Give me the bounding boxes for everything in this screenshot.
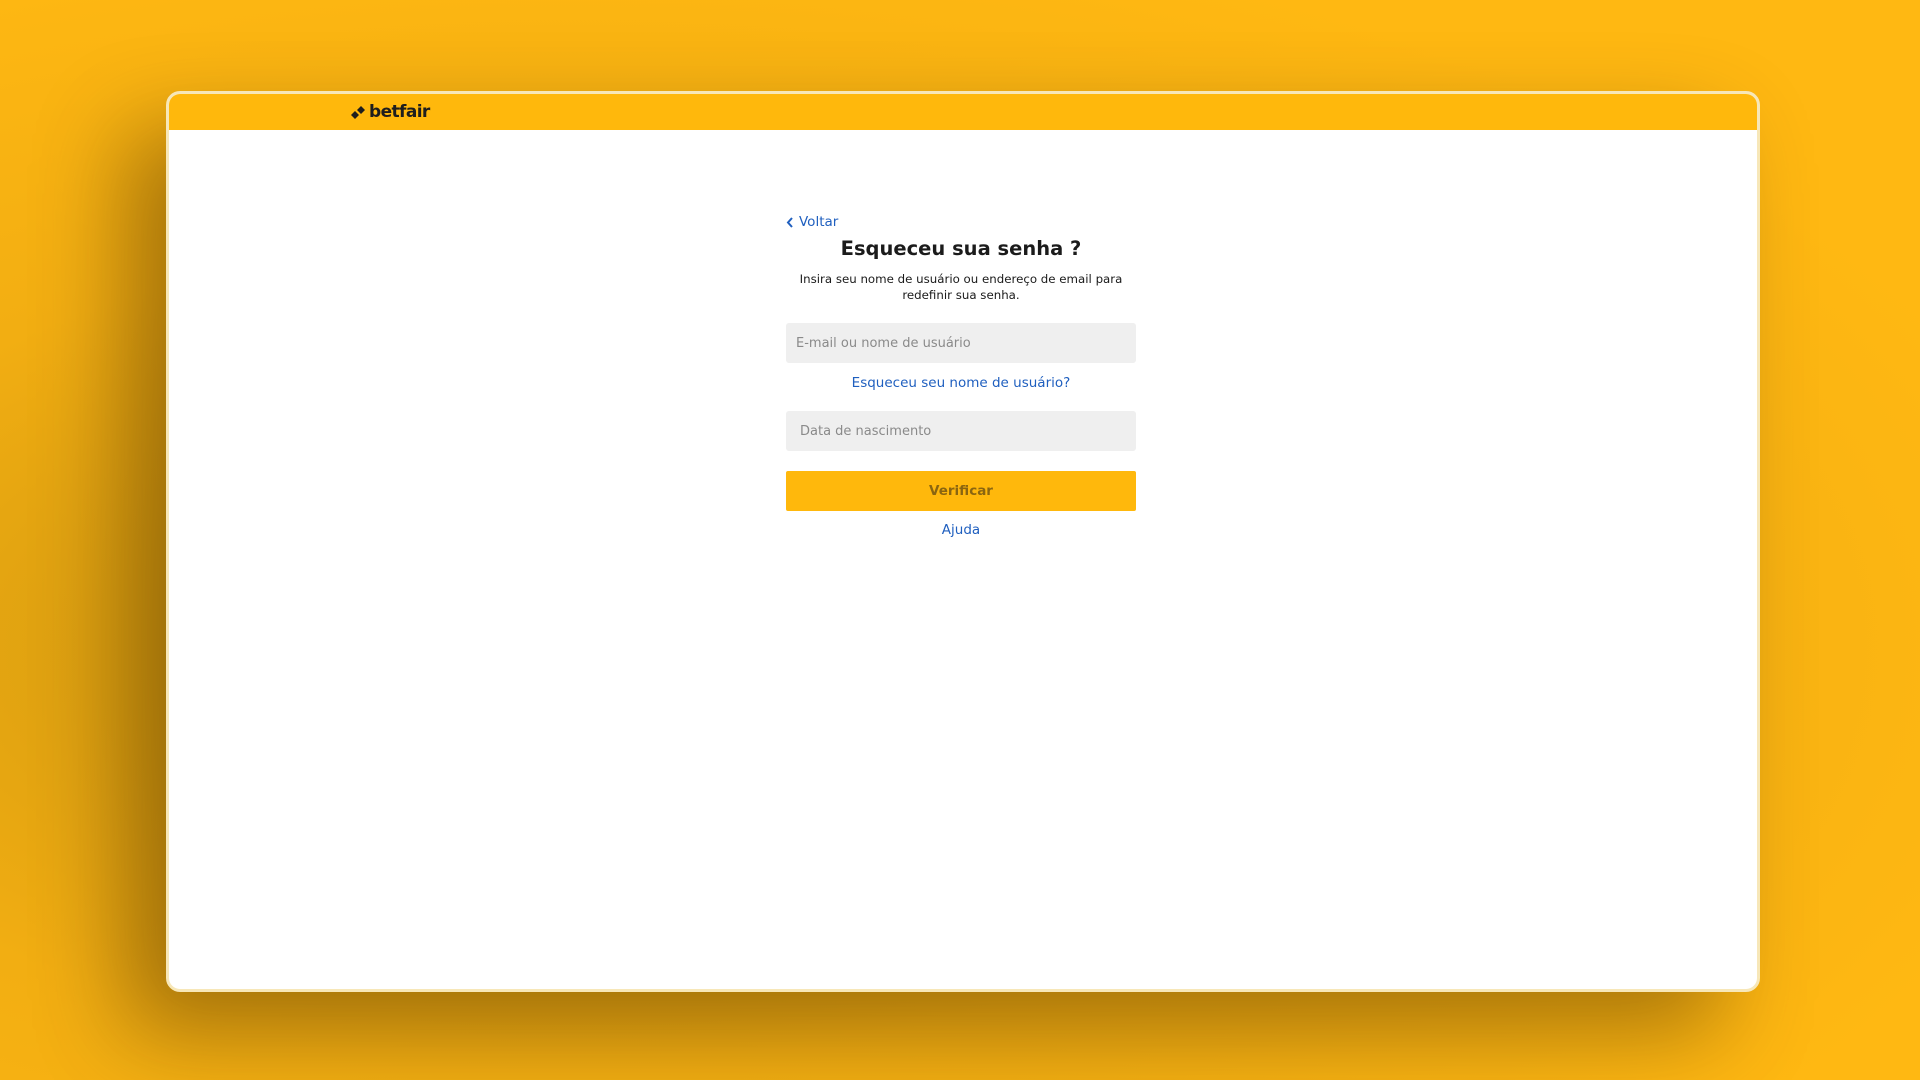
- betfair-diamonds-icon: [351, 106, 365, 119]
- username-email-input[interactable]: [786, 323, 1136, 363]
- betfair-logo[interactable]: betfair: [351, 102, 430, 122]
- verify-button[interactable]: Verificar: [786, 471, 1136, 511]
- forgot-password-form: Voltar Esqueceu sua senha ? Insira seu n…: [786, 212, 1136, 540]
- page-title: Esqueceu sua senha ?: [840, 237, 1082, 260]
- browser-window: betfair Voltar Esqueceu sua senha ? Insi…: [166, 91, 1760, 992]
- help-link[interactable]: Ajuda: [786, 520, 1136, 540]
- back-link[interactable]: Voltar: [786, 212, 1136, 232]
- forgot-username-link[interactable]: Esqueceu seu nome de usuário?: [786, 373, 1136, 393]
- top-bar: betfair: [169, 94, 1757, 130]
- back-label: Voltar: [799, 214, 839, 230]
- page-subtitle: Insira seu nome de usuário ou endereço d…: [799, 272, 1123, 302]
- brand-name: betfair: [369, 102, 430, 122]
- chevron-left-icon: [786, 216, 793, 228]
- date-of-birth-input[interactable]: [786, 411, 1136, 451]
